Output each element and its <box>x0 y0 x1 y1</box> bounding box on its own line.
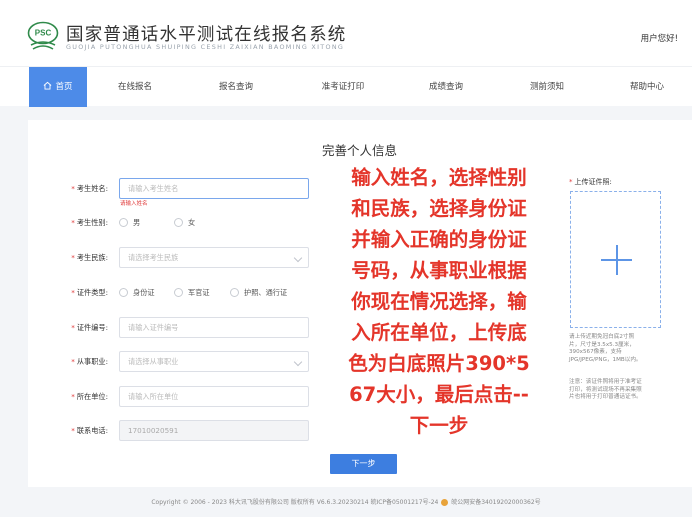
home-icon <box>44 81 52 90</box>
id-type-officer-radio[interactable]: 军官证 <box>174 287 210 299</box>
id-type-passport-radio[interactable]: 护照、通行证 <box>230 287 287 299</box>
occupation-label: * 从事职业: <box>71 357 108 366</box>
instruction-line: 和民族，选择身份证 <box>351 197 527 220</box>
page: PSC 国家普通话水平测试在线报名系统 GUOJIA PUTONGHUA SHU… <box>0 0 692 517</box>
row-phone: * 联系电话: 17010020591 <box>28 420 328 442</box>
row-id-type: * 证件类型: 身份证 军官证 护照、通行证 <box>28 282 328 304</box>
chevron-down-icon <box>293 357 303 367</box>
workplace-input[interactable]: 请输入所在单位 <box>119 386 309 407</box>
svg-text:PSC: PSC <box>35 29 52 38</box>
upload-requirements: 请上传近期免冠白底2寸照 片，尺寸是3.5x5.3厘米， 390x567像素，支… <box>569 334 642 363</box>
row-occupation: * 从事职业: 请选择从事职业 <box>28 351 328 373</box>
name-label: * 考生姓名: <box>71 184 108 193</box>
name-error: 请输入姓名 <box>120 201 148 207</box>
nav-home-label: 首页 <box>55 82 73 92</box>
id-type-label: * 证件类型: <box>71 288 108 297</box>
instruction-line: 号码，从事职业根据 <box>351 259 527 282</box>
user-greeting[interactable]: 用户您好! <box>641 32 678 44</box>
instruction-line: 色为白底照片390*5 <box>348 352 530 375</box>
gender-male-radio[interactable]: 男 <box>119 217 140 229</box>
row-ethnicity: * 考生民族: 请选择考生民族 <box>28 247 328 269</box>
row-gender: * 考生性别: 男 女 <box>28 212 328 234</box>
instruction-line: 67大小，最后点击-- <box>349 383 529 406</box>
chevron-down-icon <box>293 253 303 263</box>
footer: Copyright © 2006 - 2023 科大讯飞股份有限公司 版权所有 … <box>0 497 692 506</box>
row-name: * 考生姓名: 请输入考生姓名 <box>28 178 328 200</box>
nav-score-query[interactable]: 成绩查询 <box>418 67 474 107</box>
gender-label: * 考生性别: <box>71 218 108 227</box>
name-input[interactable]: 请输入考生姓名 <box>119 178 309 199</box>
row-workplace: * 所在单位: 请输入所在单位 <box>28 386 328 408</box>
nav-online-registration[interactable]: 在线报名 <box>107 67 163 107</box>
instruction-line: 入所在单位，上传底 <box>351 321 527 344</box>
nav-registration-query[interactable]: 报名查询 <box>208 67 264 107</box>
upload-label: * 上传证件照: <box>569 178 612 186</box>
instruction-line: 你现在情况选择，输 <box>351 290 527 313</box>
police-record-link[interactable]: 皖公网安备34019202000362号 <box>451 499 540 506</box>
row-id-number: * 证件编号: 请输入证件编号 <box>28 317 328 339</box>
gender-female-radio[interactable]: 女 <box>174 217 195 229</box>
copyright-text: Copyright © 2006 - 2023 科大讯飞股份有限公司 版权所有 … <box>151 499 439 506</box>
id-type-idcard-radio[interactable]: 身份证 <box>119 287 155 299</box>
nav-admission-ticket-print[interactable]: 准考证打印 <box>312 67 374 107</box>
photo-upload-box[interactable] <box>570 191 661 328</box>
workplace-label: * 所在单位: <box>71 392 108 401</box>
instruction-line: 输入姓名，选择性别 <box>351 166 527 189</box>
upload-notice: 注意：该证件照将用于准考证 打印，将测试现场不再采集照 片也将用于打印普通话证书… <box>569 379 642 401</box>
phone-input: 17010020591 <box>119 420 309 441</box>
site-pinyin: GUOJIA PUTONGHUA SHUIPING CESHI ZAIXIAN … <box>66 43 345 51</box>
header: PSC 国家普通话水平测试在线报名系统 GUOJIA PUTONGHUA SHU… <box>0 0 692 66</box>
instruction-line: 下一步 <box>409 414 469 437</box>
next-button[interactable]: 下一步 <box>330 454 397 474</box>
instruction-line: 并输入正确的身份证 <box>351 228 527 251</box>
nav-help-center[interactable]: 帮助中心 <box>619 67 675 107</box>
psc-logo: PSC <box>27 21 59 50</box>
id-number-input[interactable]: 请输入证件编号 <box>119 317 309 338</box>
phone-label: * 联系电话: <box>71 426 108 435</box>
police-badge-icon <box>441 499 449 506</box>
nav-home[interactable]: 首页 <box>29 67 87 107</box>
occupation-select[interactable]: 请选择从事职业 <box>119 351 309 372</box>
main-nav: 首页 在线报名 报名查询 准考证打印 成绩查询 测前须知 帮助中心 <box>0 66 692 107</box>
instruction-overlay: 输入姓名，选择性别 和民族，选择身份证 并输入正确的身份证 号码，从事职业根据 … <box>334 162 544 441</box>
form-card: 完善个人信息 * 考生姓名: 请输入考生姓名 请输入姓名 * 考生性别: 男 女 *… <box>28 120 692 487</box>
form-title: 完善个人信息 <box>322 143 398 158</box>
ethnicity-select[interactable]: 请选择考生民族 <box>119 247 309 268</box>
nav-test-notice[interactable]: 测前须知 <box>519 67 575 107</box>
ethnicity-label: * 考生民族: <box>71 253 108 262</box>
id-number-label: * 证件编号: <box>71 323 108 332</box>
